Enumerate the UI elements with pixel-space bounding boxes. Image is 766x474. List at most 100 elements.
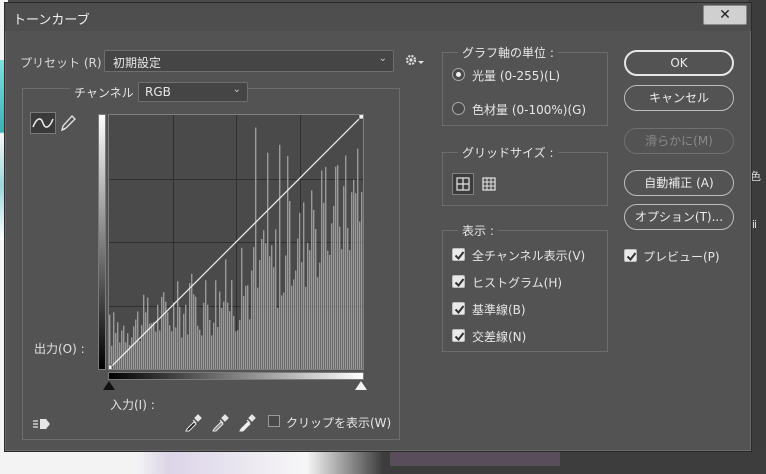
preview-checkbox[interactable] — [624, 249, 637, 262]
histogram-bar — [331, 223, 333, 369]
histogram-bar — [359, 221, 361, 369]
smooth-button[interactable]: 滑らかに(M) — [624, 128, 734, 154]
histogram-bar — [361, 191, 363, 369]
light-radio-label: 光量 (0-255)(L) — [472, 69, 561, 83]
white-point-slider[interactable] — [355, 381, 367, 390]
histogram-bar — [185, 304, 187, 369]
histogram-bar — [181, 337, 183, 369]
histogram-bar — [217, 327, 219, 369]
histogram-bar — [123, 325, 125, 369]
histogram-checkbox[interactable] — [452, 275, 465, 288]
histogram-bar — [187, 334, 189, 369]
histogram-bar — [357, 148, 359, 369]
curve-point-tool-icon[interactable] — [30, 112, 56, 134]
histogram-bar — [159, 330, 161, 369]
background-bar — [390, 452, 560, 466]
histogram-bar — [269, 256, 271, 369]
histogram-bar — [253, 247, 255, 369]
options-button[interactable]: オプション(T)... — [624, 204, 734, 230]
gray-eyedropper-icon[interactable] — [211, 414, 229, 432]
histogram-bar — [259, 260, 261, 369]
histogram-bar — [315, 228, 317, 369]
chevron-down-icon: ⌄ — [378, 53, 387, 64]
title-bar[interactable]: トーンカーブ ✕ — [5, 3, 751, 31]
black-eyedropper-icon[interactable] — [184, 414, 202, 432]
histogram-bar — [223, 301, 225, 369]
histogram-bar — [179, 306, 181, 369]
preview-label: プレビュー(P) — [643, 250, 720, 264]
curve-graph[interactable] — [106, 113, 365, 371]
grid-10x10-icon[interactable] — [478, 173, 500, 195]
histogram-bar — [289, 200, 291, 369]
histogram-bar — [337, 165, 339, 369]
histogram-bar — [229, 311, 231, 369]
histogram-bar — [141, 325, 143, 369]
histogram-bar — [109, 314, 111, 369]
grid-4x4-icon[interactable] — [452, 173, 474, 195]
histogram-bar — [225, 259, 227, 369]
histogram-bar — [327, 250, 329, 369]
histogram-bar — [277, 307, 279, 369]
gear-icon[interactable] — [404, 52, 426, 70]
histogram-bar — [133, 326, 135, 369]
pigment-radio[interactable] — [452, 102, 465, 115]
histogram-bar — [319, 262, 321, 369]
histogram-bar — [235, 331, 237, 369]
histogram-bar — [121, 330, 123, 369]
histogram-bar — [247, 285, 249, 369]
histogram-bar — [201, 335, 203, 369]
light-radio[interactable] — [452, 68, 465, 81]
histogram-bar — [307, 242, 309, 369]
histogram-bar — [335, 166, 337, 369]
histogram-bar — [317, 277, 319, 369]
histogram-bar — [329, 254, 331, 369]
histogram-bar — [323, 202, 325, 369]
input-gradient-bar — [108, 372, 364, 380]
show-clipping-checkbox[interactable] — [268, 415, 280, 427]
histogram-bar — [313, 209, 315, 369]
curve-point-black[interactable] — [106, 364, 113, 371]
histogram-bar — [195, 296, 197, 369]
histogram-bar — [301, 262, 303, 369]
histogram-bar — [117, 322, 119, 369]
histogram-label: ヒストグラム(H) — [472, 276, 563, 290]
histogram-bar — [283, 292, 285, 369]
histogram-bar — [197, 325, 199, 369]
histogram-bar — [147, 297, 149, 369]
channel-dropdown[interactable]: RGB ⌄ — [138, 82, 248, 102]
curve-point-white[interactable] — [358, 113, 365, 120]
histogram-bar — [227, 302, 229, 369]
histogram-bar — [219, 291, 221, 369]
black-point-slider[interactable] — [103, 381, 115, 390]
histogram-bar — [341, 249, 343, 369]
histogram-bar — [205, 280, 207, 369]
close-button[interactable]: ✕ — [703, 5, 747, 25]
input-label: 入力(I) : — [110, 398, 155, 412]
baseline-checkbox[interactable] — [452, 302, 465, 315]
histogram-bar — [347, 227, 349, 369]
histogram-bar — [251, 270, 253, 369]
histogram-bar — [125, 342, 127, 369]
histogram-bar — [273, 267, 275, 369]
histogram-bar — [215, 280, 217, 369]
histogram-bar — [339, 226, 341, 369]
histogram-bar — [267, 152, 269, 369]
cancel-button[interactable]: キャンセル — [624, 85, 734, 111]
pencil-icon[interactable] — [58, 112, 78, 134]
histogram-bar — [271, 245, 273, 369]
baseline-label: 基準線(B) — [472, 303, 526, 317]
all-channels-checkbox[interactable] — [452, 248, 465, 261]
histogram-bar — [145, 312, 147, 369]
graph-unit-title: グラフ軸の単位 : — [458, 44, 558, 61]
histogram-bar — [183, 313, 185, 369]
histogram-bar — [135, 319, 137, 369]
ok-button[interactable]: OK — [624, 50, 734, 76]
white-eyedropper-icon[interactable] — [238, 414, 256, 432]
intersection-line-checkbox[interactable] — [452, 329, 465, 342]
auto-button[interactable]: 自動補正 (A) — [624, 170, 734, 196]
preset-dropdown[interactable]: 初期設定 ⌄ — [104, 50, 394, 72]
on-image-adjust-icon[interactable] — [32, 416, 54, 432]
preset-label: プリセット (R) : — [20, 56, 110, 70]
histogram-bar — [303, 202, 305, 369]
histogram-bar — [263, 230, 265, 369]
